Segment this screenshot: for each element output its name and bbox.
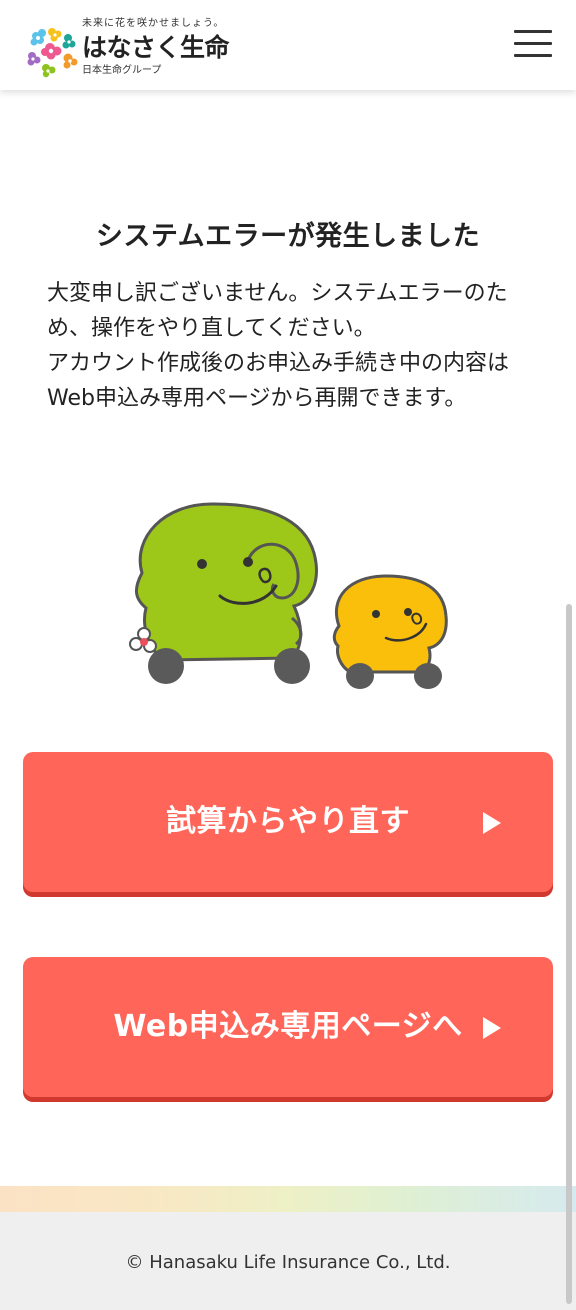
play-arrow-icon	[483, 1017, 501, 1039]
company-logo[interactable]: 未来に花を咲かせましょう。 はなさく生命 日本生命グループ	[24, 14, 244, 78]
logo-company-name: はなさく生命	[82, 33, 230, 62]
error-message: 大変申し訳ございません。システムエラーのため、操作をやり直してください。 アカウ…	[47, 276, 537, 416]
page-scrollbar[interactable]	[566, 604, 572, 1304]
copyright-text: © Hanasaku Life Insurance Co., Ltd.	[125, 1252, 451, 1273]
error-message-line1: 大変申し訳ございません。システムエラーのため、操作をやり直してください。	[47, 281, 508, 341]
web-application-page-label: Web申込み専用ページへ	[113, 1009, 463, 1044]
logo-tagline: 未来に花を咲かせましょう。	[82, 18, 225, 29]
menu-bar	[514, 42, 552, 45]
error-title: システムエラーが発生しました	[95, 221, 481, 253]
menu-bar	[514, 30, 552, 33]
web-application-page-button[interactable]: Web申込み専用ページへ	[23, 957, 553, 1097]
error-message-line2: アカウント作成後のお申込み手続き中の内容はWeb申込み専用ページから再開できます…	[47, 351, 510, 411]
play-arrow-icon	[483, 812, 501, 834]
mascot-illustration	[129, 502, 448, 689]
logo-group-name: 日本生命グループ	[82, 65, 162, 76]
flower-logo-icon	[27, 28, 78, 78]
restart-simulation-label: 試算からやり直す	[166, 804, 410, 839]
restart-simulation-button[interactable]: 試算からやり直す	[23, 752, 553, 892]
yellow-mascot-icon	[332, 574, 448, 689]
menu-bar	[514, 54, 552, 57]
error-page: 未来に花を咲かせましょう。 はなさく生命 日本生命グループ システムエラーが発生…	[0, 0, 576, 1310]
site-header: 未来に花を咲かせましょう。 はなさく生命 日本生命グループ	[0, 0, 576, 90]
green-mascot-icon	[129, 502, 318, 684]
footer-gradient-band	[0, 1186, 576, 1212]
hamburger-menu-icon[interactable]	[514, 30, 552, 58]
